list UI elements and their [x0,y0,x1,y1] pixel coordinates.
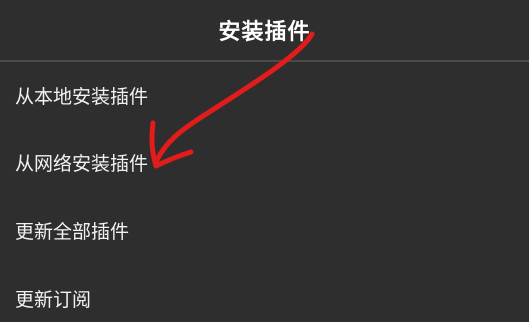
menu-item-label: 更新全部插件 [15,220,130,243]
plugin-menu: 从本地安装插件 从网络安装插件 更新全部插件 更新订阅 [0,62,529,322]
dialog-title: 安装插件 [218,20,311,45]
menu-item-label: 从本地安装插件 [15,85,149,108]
menu-item-install-network[interactable]: 从网络安装插件 [0,128,529,196]
install-plugin-dialog: 安装插件 从本地安装插件 从网络安装插件 更新全部插件 更新订阅 [0,0,529,322]
dialog-header: 安装插件 [0,0,529,60]
menu-item-label: 从网络安装插件 [15,152,149,175]
menu-item-label: 更新订阅 [15,288,92,311]
menu-item-update-all[interactable]: 更新全部插件 [0,196,529,264]
menu-item-install-local[interactable]: 从本地安装插件 [0,62,529,128]
menu-item-update-subscription[interactable]: 更新订阅 [0,264,529,322]
